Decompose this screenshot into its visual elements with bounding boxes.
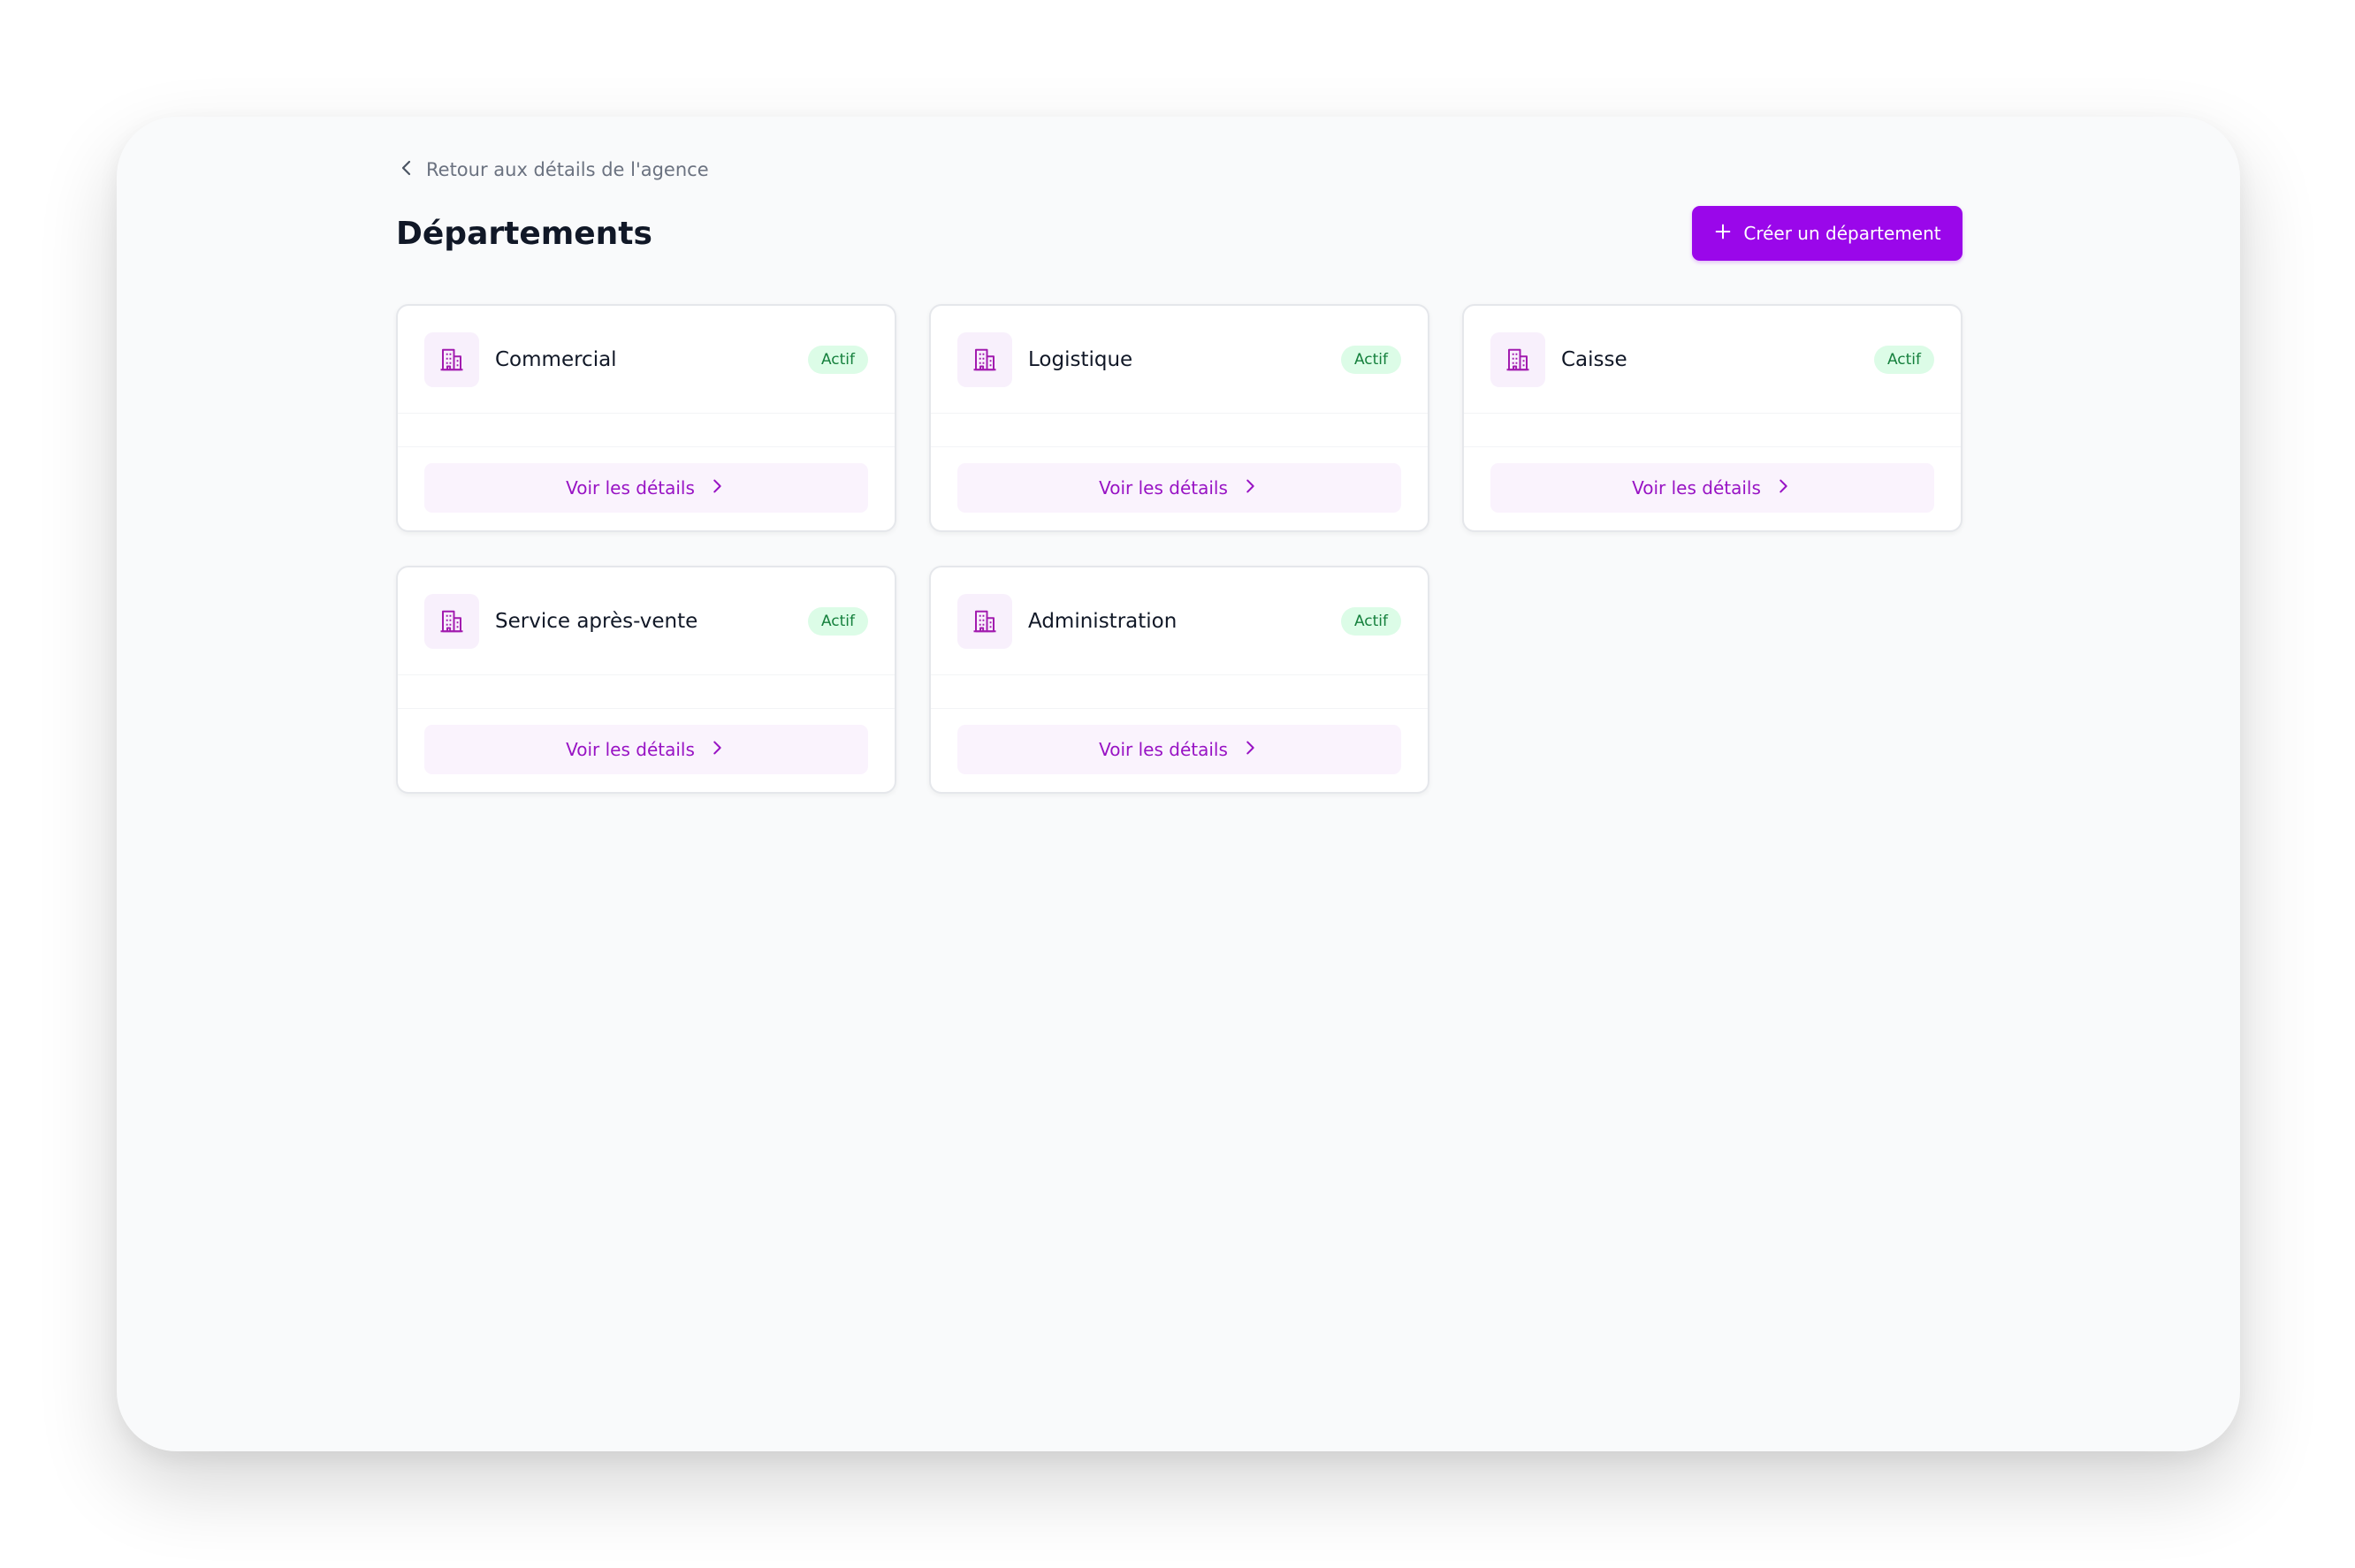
view-details-label: Voir les détails [566,739,695,760]
department-name: Commercial [495,347,617,371]
building-icon [957,593,1012,649]
card-footer: Voir les détails [931,709,1428,792]
status-badge: Actif [807,606,868,636]
create-department-label: Créer un département [1743,223,1941,244]
card-divider [931,675,1428,709]
view-details-button[interactable]: Voir les détails [1490,463,1934,513]
department-name: Administration [1028,609,1178,633]
view-details-button[interactable]: Voir les détails [957,725,1401,774]
view-details-button[interactable]: Voir les détails [424,463,868,513]
chevron-right-icon [1240,738,1260,762]
card-footer: Voir les détails [398,447,895,530]
building-icon [957,331,1012,387]
create-department-button[interactable]: Créer un département [1692,206,1962,261]
department-name: Logistique [1028,347,1133,371]
card-footer: Voir les détails [931,447,1428,530]
department-card: Administration Actif Voir les détails [929,566,1429,794]
card-footer: Voir les détails [398,709,895,792]
chevron-right-icon [707,738,727,762]
status-badge: Actif [807,345,868,374]
app-window: Retour aux détails de l'agence Départeme… [117,117,2240,1451]
status-badge: Actif [1873,345,1934,374]
chevron-left-icon [396,157,417,183]
view-details-label: Voir les détails [1632,477,1761,499]
building-icon [1490,331,1545,387]
card-header: Logistique Actif [931,306,1428,414]
department-card: Service après-vente Actif Voir les détai… [396,566,896,794]
chevron-right-icon [707,476,727,500]
department-name: Caisse [1561,347,1627,371]
chevron-right-icon [1240,476,1260,500]
card-header: Caisse Actif [1464,306,1961,414]
view-details-label: Voir les détails [566,477,695,499]
department-card: Commercial Actif Voir les détails [396,304,896,532]
card-header: Service après-vente Actif [398,567,895,675]
view-details-label: Voir les détails [1099,739,1228,760]
plus-icon [1713,222,1733,246]
card-divider [398,675,895,709]
chevron-right-icon [1773,476,1793,500]
view-details-button[interactable]: Voir les détails [424,725,868,774]
building-icon [424,593,479,649]
view-details-button[interactable]: Voir les détails [957,463,1401,513]
back-link[interactable]: Retour aux détails de l'agence [396,148,709,191]
building-icon [424,331,479,387]
departments-grid: Commercial Actif Voir les détails Logist… [396,304,1962,794]
department-card: Caisse Actif Voir les détails [1462,304,1962,532]
page-title: Départements [396,216,652,252]
card-divider [931,414,1428,447]
status-badge: Actif [1340,345,1401,374]
department-name: Service après-vente [495,609,698,633]
card-header: Commercial Actif [398,306,895,414]
back-link-label: Retour aux détails de l'agence [426,159,709,180]
card-divider [398,414,895,447]
view-details-label: Voir les détails [1099,477,1228,499]
card-header: Administration Actif [931,567,1428,675]
status-badge: Actif [1340,606,1401,636]
card-divider [1464,414,1961,447]
department-card: Logistique Actif Voir les détails [929,304,1429,532]
card-footer: Voir les détails [1464,447,1961,530]
